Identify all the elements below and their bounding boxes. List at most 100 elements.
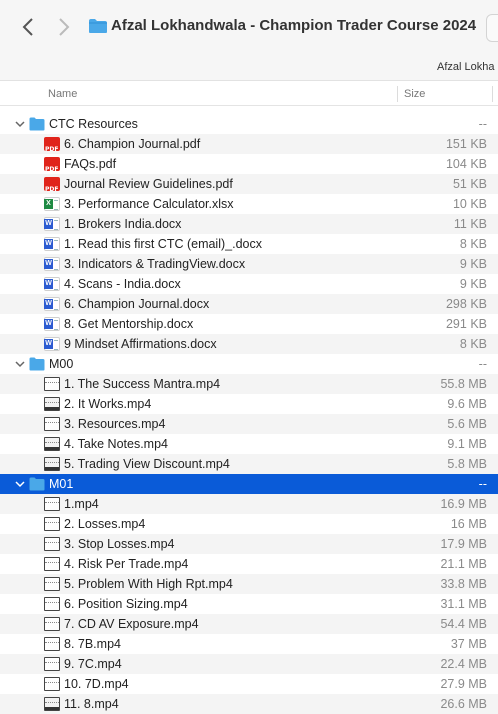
file-row[interactable]: 5. Trading View Discount.mp4 5.8 MB: [0, 454, 498, 474]
row-size: 5.6 MB: [447, 417, 487, 431]
row-size: 26.6 MB: [440, 697, 487, 711]
film-strip-icon: [45, 662, 59, 666]
column-size-header[interactable]: Size: [404, 88, 425, 100]
file-row[interactable]: 2. It Works.mp4 9.6 MB: [0, 394, 498, 414]
row-name: 1. Read this first CTC (email)_.docx: [64, 237, 262, 251]
file-row[interactable]: 3. Stop Losses.mp4 17.9 MB: [0, 534, 498, 554]
word-file-icon: W: [44, 297, 60, 311]
row-name: Journal Review Guidelines.pdf: [64, 177, 233, 191]
chevron-right-icon: [59, 18, 70, 36]
row-size: 10 KB: [452, 197, 487, 211]
window-title: Afzal Lokhandwala - Champion Trader Cour…: [111, 17, 477, 34]
row-name: 9. 7C.mp4: [64, 657, 122, 671]
film-strip-icon: [45, 642, 59, 646]
file-row[interactable]: W 4. Scans - India.docx 9 KB: [0, 274, 498, 294]
text-lines-icon: [54, 280, 58, 290]
row-size: 54.4 MB: [440, 617, 487, 631]
text-lines-icon: [54, 260, 58, 270]
toolbar-button[interactable]: [486, 14, 498, 42]
file-row[interactable]: X 3. Performance Calculator.xlsx 10 KB: [0, 194, 498, 214]
row-name: 3. Resources.mp4: [64, 417, 166, 431]
row-size: --: [478, 357, 487, 371]
excel-file-icon: X: [44, 197, 60, 211]
sheet-lines-icon: [54, 200, 58, 210]
file-row[interactable]: 4. Risk Per Trade.mp4 21.1 MB: [0, 554, 498, 574]
thumbnail-bar-icon: [45, 447, 59, 450]
file-row[interactable]: 9. 7C.mp4 22.4 MB: [0, 654, 498, 674]
film-strip-icon: [45, 562, 59, 566]
file-row[interactable]: 7. CD AV Exposure.mp4 54.4 MB: [0, 614, 498, 634]
chevron-down-icon[interactable]: [14, 478, 26, 490]
file-row[interactable]: W 8. Get Mentorship.docx 291 KB: [0, 314, 498, 334]
word-file-icon: W: [44, 337, 60, 351]
row-name: 1.mp4: [64, 497, 99, 511]
file-row[interactable]: 4. Take Notes.mp4 9.1 MB: [0, 434, 498, 454]
video-file-icon: [44, 637, 60, 651]
file-row[interactable]: W 9 Mindset Affirmations.docx 8 KB: [0, 334, 498, 354]
film-strip-icon: [45, 402, 59, 406]
film-strip-icon: [45, 422, 59, 426]
row-size: 31.1 MB: [440, 597, 487, 611]
row-name: 5. Problem With High Rpt.mp4: [64, 577, 233, 591]
folder-icon: [29, 477, 45, 491]
video-file-icon: [44, 517, 60, 531]
file-row[interactable]: 3. Resources.mp4 5.6 MB: [0, 414, 498, 434]
word-badge-icon: W: [44, 219, 53, 229]
word-badge-icon: W: [44, 299, 53, 309]
file-row[interactable]: W 1. Read this first CTC (email)_.docx 8 K…: [0, 234, 498, 254]
file-row[interactable]: 2. Losses.mp4 16 MB: [0, 514, 498, 534]
back-button[interactable]: [18, 14, 38, 40]
file-row[interactable]: W 6. Champion Journal.docx 298 KB: [0, 294, 498, 314]
video-file-icon: [44, 417, 60, 431]
file-row[interactable]: 6. Position Sizing.mp4 31.1 MB: [0, 594, 498, 614]
file-row[interactable]: PDF FAQs.pdf 104 KB: [0, 154, 498, 174]
file-row[interactable]: W 3. Indicators & TradingView.docx 9 KB: [0, 254, 498, 274]
film-strip-icon: [45, 382, 59, 386]
chevron-left-icon: [22, 18, 33, 36]
pdf-file-icon: PDF: [44, 137, 60, 153]
chevron-down-icon[interactable]: [14, 118, 26, 130]
row-size: 9 KB: [459, 277, 487, 291]
folder-row[interactable]: M00 --: [0, 354, 498, 374]
excel-badge-icon: X: [44, 199, 53, 209]
path-label[interactable]: Afzal Lokha: [437, 61, 494, 73]
video-file-icon: [44, 697, 60, 711]
folder-icon: [29, 357, 45, 371]
folder-row[interactable]: M01 --: [0, 474, 498, 494]
row-size: 291 KB: [445, 317, 487, 331]
file-row[interactable]: 5. Problem With High Rpt.mp4 33.8 MB: [0, 574, 498, 594]
chevron-down-icon[interactable]: [14, 358, 26, 370]
row-name: 11. 8.mp4: [64, 697, 119, 711]
row-size: 16 MB: [450, 517, 487, 531]
row-name: 3. Performance Calculator.xlsx: [64, 197, 234, 211]
film-strip-icon: [45, 502, 59, 506]
row-size: 151 KB: [445, 137, 487, 151]
column-divider[interactable]: [397, 86, 398, 102]
row-size: 9 KB: [459, 257, 487, 271]
thumbnail-bar-icon: [45, 407, 59, 410]
file-row[interactable]: 11. 8.mp4 26.6 MB: [0, 694, 498, 714]
video-file-icon: [44, 497, 60, 511]
column-divider[interactable]: [492, 86, 493, 102]
file-row[interactable]: PDF 6. Champion Journal.pdf 151 KB: [0, 134, 498, 154]
file-row[interactable]: 10. 7D.mp4 27.9 MB: [0, 674, 498, 694]
row-size: 8 KB: [459, 237, 487, 251]
folder-row[interactable]: CTC Resources --: [0, 114, 498, 134]
file-row[interactable]: 1.mp4 16.9 MB: [0, 494, 498, 514]
video-file-icon: [44, 617, 60, 631]
film-strip-icon: [45, 682, 59, 686]
file-row[interactable]: W 1. Brokers India.docx 11 KB: [0, 214, 498, 234]
row-size: 16.9 MB: [440, 497, 487, 511]
forward-button[interactable]: [54, 14, 74, 40]
file-row[interactable]: PDF Journal Review Guidelines.pdf 51 KB: [0, 174, 498, 194]
video-file-icon: [44, 597, 60, 611]
column-name-header[interactable]: Name: [48, 88, 77, 100]
row-name: 4. Take Notes.mp4: [64, 437, 168, 451]
row-size: 8 KB: [459, 337, 487, 351]
word-badge-icon: W: [44, 239, 53, 249]
file-row[interactable]: 8. 7B.mp4 37 MB: [0, 634, 498, 654]
film-strip-icon: [45, 442, 59, 446]
file-row[interactable]: 1. The Success Mantra.mp4 55.8 MB: [0, 374, 498, 394]
row-name: FAQs.pdf: [64, 157, 117, 171]
row-size: 9.6 MB: [447, 397, 487, 411]
